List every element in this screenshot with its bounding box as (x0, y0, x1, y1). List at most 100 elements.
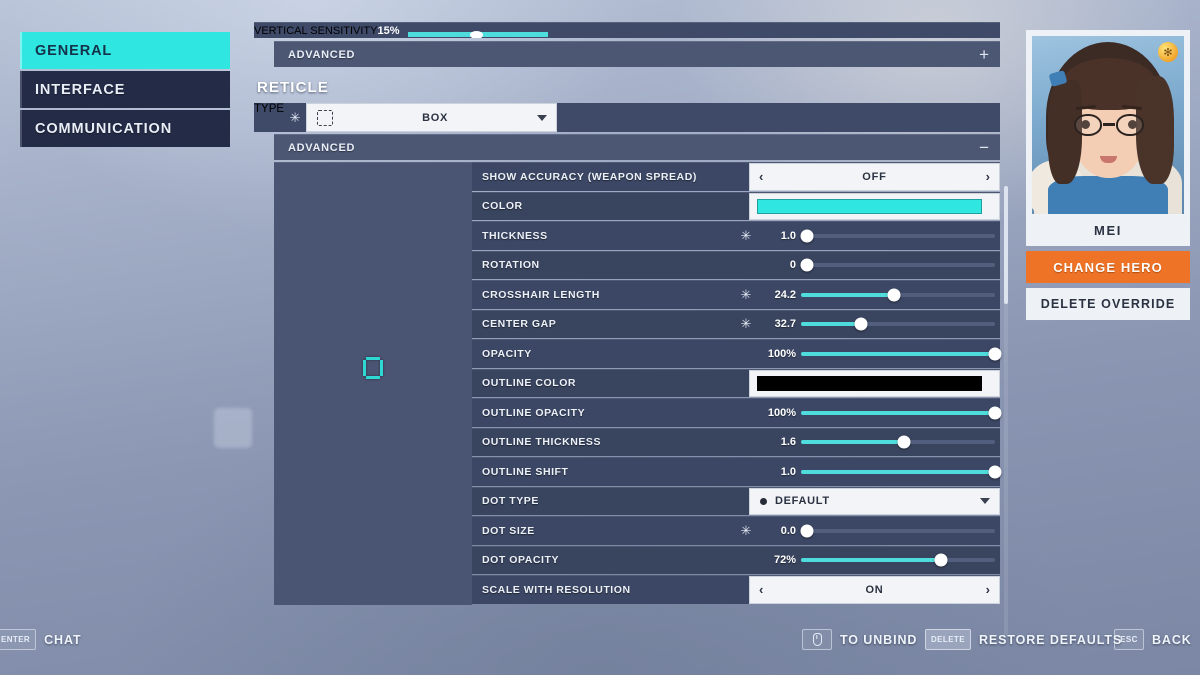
slider-track[interactable] (801, 465, 1002, 479)
chevron-down-icon (537, 114, 548, 121)
slider-track[interactable] (801, 288, 995, 302)
hero-card[interactable]: MEI (1026, 30, 1190, 246)
slider-knob[interactable] (897, 435, 911, 449)
hint-back[interactable]: ESC BACK (1114, 629, 1192, 650)
scrollbar[interactable] (1004, 186, 1008, 638)
setting-row[interactable]: OUTLINE OPACITY 100% (472, 398, 1002, 427)
setting-row[interactable]: COLOR (472, 191, 1000, 220)
slider-knob[interactable] (469, 31, 483, 38)
slider-knob[interactable] (934, 553, 948, 567)
color-swatch[interactable] (757, 375, 982, 391)
delete-override-button[interactable]: DELETE OVERRIDE (1026, 288, 1190, 320)
stepper-control[interactable]: ‹ ON › (749, 576, 1000, 604)
setting-label: DOT OPACITY (482, 554, 560, 567)
slider-track[interactable] (801, 317, 995, 331)
setting-row[interactable]: SCALE WITH RESOLUTION ‹ ON › (472, 575, 1000, 604)
setting-value: 0 (789, 259, 796, 272)
sidebar-item-interface[interactable]: INTERFACE (20, 71, 230, 108)
setting-value: 24.2 (774, 288, 796, 301)
setting-row[interactable]: ROTATION 0 (472, 250, 1000, 280)
hint-restore-defaults[interactable]: DELETE RESTORE DEFAULTS (925, 629, 1122, 650)
slider[interactable] (800, 222, 1000, 250)
setting-row[interactable]: THICKNESS ✳ 1.0 (472, 221, 1000, 250)
sidebar-item-label: GENERAL (35, 42, 113, 59)
sidebar-item-general[interactable]: GENERAL (20, 32, 230, 69)
reticle-box-icon (317, 109, 334, 126)
setting-row-vertical-sensitivity[interactable]: VERTICAL SENSITIVITY 15% (254, 22, 1000, 38)
modified-marker-icon: ✳ (740, 227, 752, 243)
hero-portrait-mei (1032, 36, 1184, 214)
slider[interactable] (801, 458, 1002, 486)
slider[interactable] (801, 547, 1000, 575)
slider[interactable] (801, 311, 1000, 339)
setting-value: 72% (773, 554, 796, 567)
slider-knob[interactable] (988, 465, 1002, 479)
setting-control[interactable]: 15% (377, 25, 627, 38)
setting-row-type[interactable]: TYPE ✳ BOX (254, 103, 1000, 132)
slider[interactable] (800, 517, 1000, 545)
slider-track[interactable] (801, 406, 1002, 420)
slider-knob[interactable] (854, 317, 868, 331)
setting-row[interactable]: OUTLINE THICKNESS 1.6 (472, 427, 1000, 457)
slider-knob[interactable] (887, 288, 901, 302)
slider-track[interactable] (800, 229, 995, 243)
setting-row[interactable]: DOT TYPE DEFAULT (472, 486, 1000, 515)
sidebar-item-communication[interactable]: COMMUNICATION (20, 110, 230, 147)
setting-row[interactable]: OUTLINE SHIFT 1.0 (472, 457, 1002, 486)
scrollbar-thumb[interactable] (1004, 186, 1008, 304)
setting-label: CENTER GAP (482, 318, 557, 331)
modified-marker-icon: ✳ (740, 522, 752, 538)
chevron-right-icon[interactable]: › (986, 582, 990, 597)
snowflake-badge-icon (1158, 42, 1178, 62)
crosshair-preview-pane (274, 162, 472, 605)
color-swatch[interactable] (757, 198, 982, 214)
chevron-down-icon (980, 498, 990, 505)
stepper-control[interactable]: ‹ OFF › (749, 163, 1000, 191)
slider-knob[interactable] (988, 347, 1002, 361)
setting-row[interactable]: CROSSHAIR LENGTH ✳ 24.2 (472, 280, 1000, 309)
slider-track[interactable] (801, 553, 995, 567)
setting-row[interactable]: CENTER GAP ✳ 32.7 (472, 309, 1000, 339)
slider-knob[interactable] (800, 258, 814, 272)
setting-row[interactable]: DOT OPACITY 72% (472, 545, 1000, 575)
slider-knob[interactable] (800, 229, 814, 243)
slider-track[interactable] (407, 31, 548, 38)
advanced-collapser-reticle[interactable]: ADVANCED − (274, 134, 1000, 160)
setting-label: SHOW ACCURACY (WEAPON SPREAD) (482, 170, 697, 183)
setting-row[interactable]: OUTLINE COLOR (472, 368, 1000, 397)
hint-unbind[interactable]: TO UNBIND (802, 629, 917, 650)
collapser-label: ADVANCED (288, 141, 356, 154)
slider-track[interactable] (801, 435, 995, 449)
dot-type-dropdown[interactable]: DEFAULT (749, 487, 1000, 515)
slider-knob[interactable] (988, 406, 1002, 420)
setting-value: 15% (377, 25, 400, 37)
collapser-label: ADVANCED (288, 48, 356, 61)
modified-marker-icon: ✳ (740, 316, 752, 332)
setting-row[interactable]: OPACITY 100% (472, 339, 1002, 368)
slider[interactable] (801, 429, 1000, 457)
slider-track[interactable] (800, 524, 995, 538)
slider[interactable] (801, 399, 1002, 427)
setting-row[interactable]: DOT SIZE ✳ 0.0 (472, 516, 1000, 545)
slider-track[interactable] (801, 347, 1002, 361)
setting-row[interactable]: SHOW ACCURACY (WEAPON SPREAD) ‹ OFF › (472, 162, 1000, 191)
slider-knob[interactable] (800, 524, 814, 538)
slider[interactable] (801, 281, 1000, 309)
setting-value: 1.6 (780, 436, 796, 449)
hero-name: MEI (1094, 222, 1122, 238)
slider-track[interactable] (800, 258, 995, 272)
chevron-right-icon[interactable]: › (986, 169, 990, 184)
settings-category-nav: GENERAL INTERFACE COMMUNICATION (20, 32, 230, 149)
color-picker[interactable] (749, 369, 1000, 397)
color-picker[interactable] (749, 192, 1000, 220)
slider-fill (801, 410, 995, 415)
hint-chat[interactable]: ENTER CHAT (0, 629, 82, 650)
change-hero-button[interactable]: CHANGE HERO (1026, 251, 1190, 283)
slider[interactable] (800, 252, 1000, 280)
type-dropdown[interactable]: BOX (306, 103, 558, 132)
advanced-collapser-sensitivity[interactable]: ADVANCED + (274, 41, 1000, 67)
slider[interactable] (801, 340, 1002, 368)
